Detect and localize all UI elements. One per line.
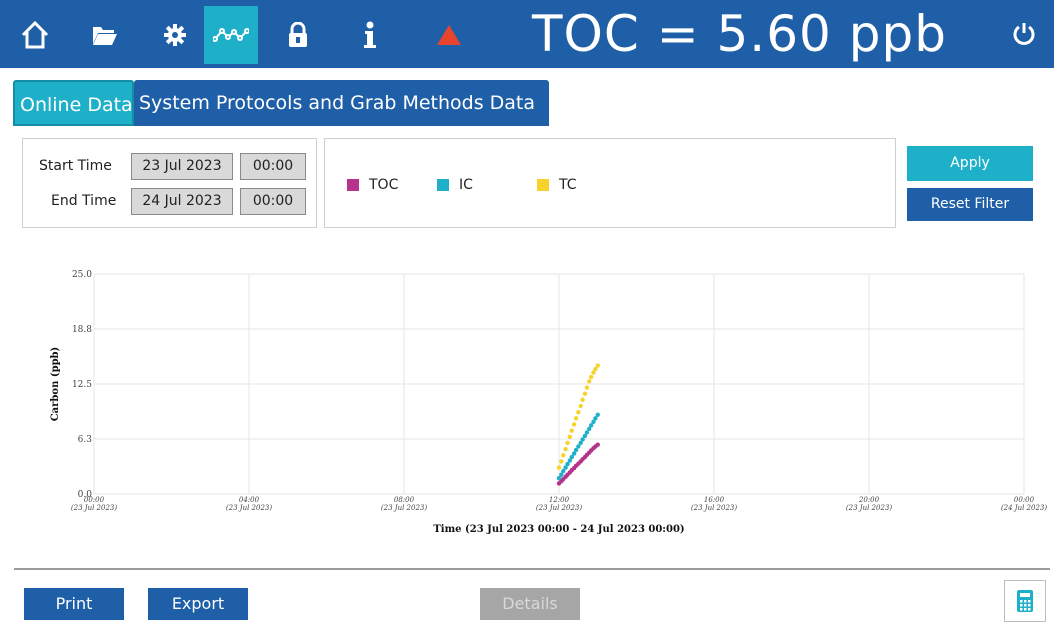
trend-chart: 0.0 6.3 12.5 18.8 25.0 00:00 (23 Jul 2023) 04:0… — [14, 238, 1050, 568]
start-date-field[interactable]: 23 Jul 2023 — [131, 153, 233, 180]
x-tick-date-label: (23 Jul 2023) — [691, 504, 737, 512]
tc-data-point — [584, 385, 590, 390]
x-tick-date-label: (24 Jul 2023) — [1001, 504, 1047, 512]
x-tick-label: 20:00 — [858, 496, 880, 504]
start-time-field[interactable]: 00:00 — [240, 153, 306, 180]
x-tick-date-label: (23 Jul 2023) — [846, 504, 892, 512]
x-tick-label: 12:00 — [549, 496, 570, 504]
ic-data-point — [595, 412, 600, 417]
tc-data-point — [587, 379, 592, 384]
x-tick-date-label: (23 Jul 2023) — [226, 504, 272, 512]
home-button[interactable] — [8, 6, 62, 64]
lock-icon — [289, 22, 307, 47]
print-button[interactable]: Print — [24, 588, 124, 620]
tc-data-point — [576, 409, 581, 415]
tc-data-point — [578, 403, 583, 409]
power-button[interactable] — [1012, 22, 1036, 50]
info-button[interactable] — [343, 6, 397, 64]
alarm-triangle-icon — [437, 25, 461, 45]
alarm-button[interactable] — [422, 6, 476, 64]
folder-button[interactable] — [78, 6, 132, 64]
tc-data-point — [567, 434, 573, 439]
app-window: TOC = 5.60 ppb Online Data System Protoc… — [0, 0, 1054, 627]
tc-data-point — [571, 422, 577, 427]
calculator-icon — [1017, 590, 1033, 612]
end-date-field[interactable]: 24 Jul 2023 — [131, 188, 233, 215]
x-tick-label: 16:00 — [704, 496, 725, 504]
legend-label: TOC — [369, 177, 399, 193]
tc-data-point — [595, 363, 600, 368]
calculator-button[interactable] — [1004, 580, 1046, 622]
tc-swatch — [537, 179, 549, 191]
trend-icon — [213, 28, 249, 42]
tc-data-point — [573, 416, 579, 421]
legend-panel: TOC IC TC — [324, 138, 896, 228]
start-time-label: Start Time — [39, 158, 112, 174]
y-axis-title: Carbon (ppb) — [50, 347, 61, 422]
tab-system-protocols[interactable]: System Protocols and Grab Methods Data — [134, 80, 549, 126]
x-tick-date-label: (23 Jul 2023) — [71, 504, 117, 512]
legend-item-tc[interactable]: TC — [537, 177, 577, 193]
export-button[interactable]: Export — [148, 588, 248, 620]
info-icon — [364, 21, 376, 48]
x-tick-label: 08:00 — [394, 496, 415, 504]
chart-svg: 0.06.312.518.825.000:00(23 Jul 2023)04:0… — [50, 270, 1047, 535]
legend-label: TC — [559, 177, 577, 193]
ic-swatch — [437, 179, 449, 191]
x-tick-date-label: (23 Jul 2023) — [536, 504, 582, 512]
tc-data-point — [569, 428, 574, 433]
details-button: Details — [480, 588, 580, 620]
tc-data-point — [559, 459, 564, 464]
tc-data-point — [580, 397, 585, 403]
tc-data-point — [565, 440, 570, 446]
y-tick-label: 6.3 — [78, 435, 93, 445]
lock-button[interactable] — [271, 6, 325, 64]
reset-filter-button[interactable]: Reset Filter — [907, 188, 1033, 221]
toc-data-point — [595, 442, 600, 447]
y-tick-label: 18.8 — [72, 325, 92, 335]
trend-button[interactable] — [204, 6, 258, 64]
tab-online-data[interactable]: Online Data — [13, 80, 134, 126]
legend-item-ic[interactable]: IC — [437, 177, 473, 193]
time-filter-panel: Start Time 23 Jul 2023 00:00 End Time 24… — [22, 138, 317, 228]
tc-data-point — [561, 453, 566, 458]
tc-data-point — [563, 446, 568, 452]
x-axis-title: Time (23 Jul 2023 00:00 - 24 Jul 2023 00… — [433, 524, 684, 535]
tc-data-point — [588, 374, 594, 380]
x-tick-label: 00:00 — [84, 496, 105, 504]
end-time-field[interactable]: 00:00 — [240, 188, 306, 215]
legend-item-toc[interactable]: TOC — [347, 177, 398, 193]
power-icon — [1013, 23, 1035, 45]
divider — [14, 568, 1050, 570]
end-time-label: End Time — [51, 193, 117, 209]
settings-button[interactable] — [148, 6, 202, 64]
gear-icon — [164, 24, 186, 46]
top-bar: TOC = 5.60 ppb — [0, 0, 1054, 68]
legend-label: IC — [459, 177, 473, 193]
home-icon — [21, 20, 49, 49]
x-tick-label: 00:00 — [1014, 496, 1035, 504]
x-tick-label: 04:00 — [239, 496, 260, 504]
tc-data-point — [556, 465, 562, 470]
folder-icon — [93, 27, 117, 45]
y-tick-label: 25.0 — [72, 270, 92, 280]
toc-swatch — [347, 179, 359, 191]
x-tick-date-label: (23 Jul 2023) — [381, 504, 427, 512]
tc-data-point — [582, 391, 588, 396]
apply-button[interactable]: Apply — [907, 146, 1033, 181]
toc-reading: TOC = 5.60 ppb — [532, 5, 947, 63]
y-tick-label: 12.5 — [72, 380, 92, 390]
